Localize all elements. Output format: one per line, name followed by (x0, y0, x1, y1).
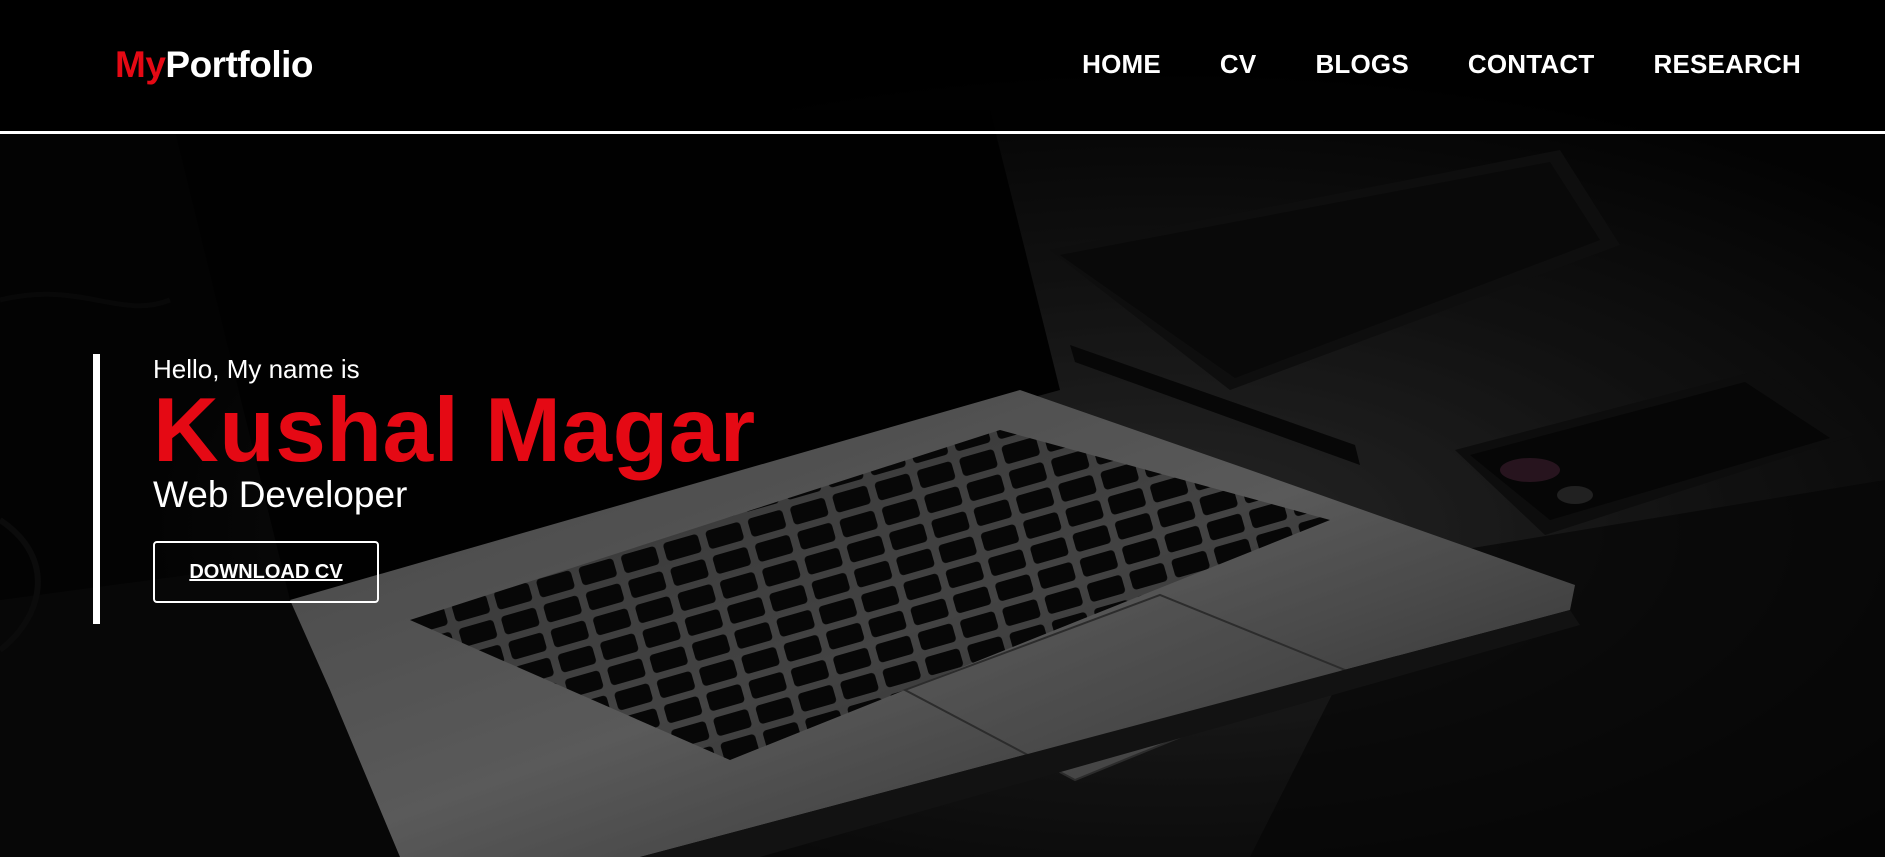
main-nav: HOME CV BLOGS CONTACT RESEARCH (1023, 48, 1801, 80)
hero-name: Kushal Magar (153, 380, 756, 481)
nav-link-research[interactable]: RESEARCH (1653, 48, 1801, 80)
site-logo[interactable]: MyPortfolio (115, 42, 313, 88)
nav-link-blogs[interactable]: BLOGS (1315, 48, 1408, 80)
hero-intro: Hello, My name is Kushal Magar Web Devel… (93, 354, 756, 624)
logo-main-text: Portfolio (165, 44, 313, 85)
logo-accent-text: My (115, 44, 166, 85)
download-cv-button[interactable]: DOWNLOAD CV (153, 541, 379, 603)
nav-link-home[interactable]: HOME (1082, 48, 1161, 80)
nav-link-cv[interactable]: CV (1220, 48, 1257, 80)
portfolio-page: MyPortfolio HOME CV BLOGS CONTACT RESEAR… (0, 0, 1885, 857)
site-header: MyPortfolio HOME CV BLOGS CONTACT RESEAR… (0, 0, 1885, 134)
nav-link-contact[interactable]: CONTACT (1468, 48, 1595, 80)
